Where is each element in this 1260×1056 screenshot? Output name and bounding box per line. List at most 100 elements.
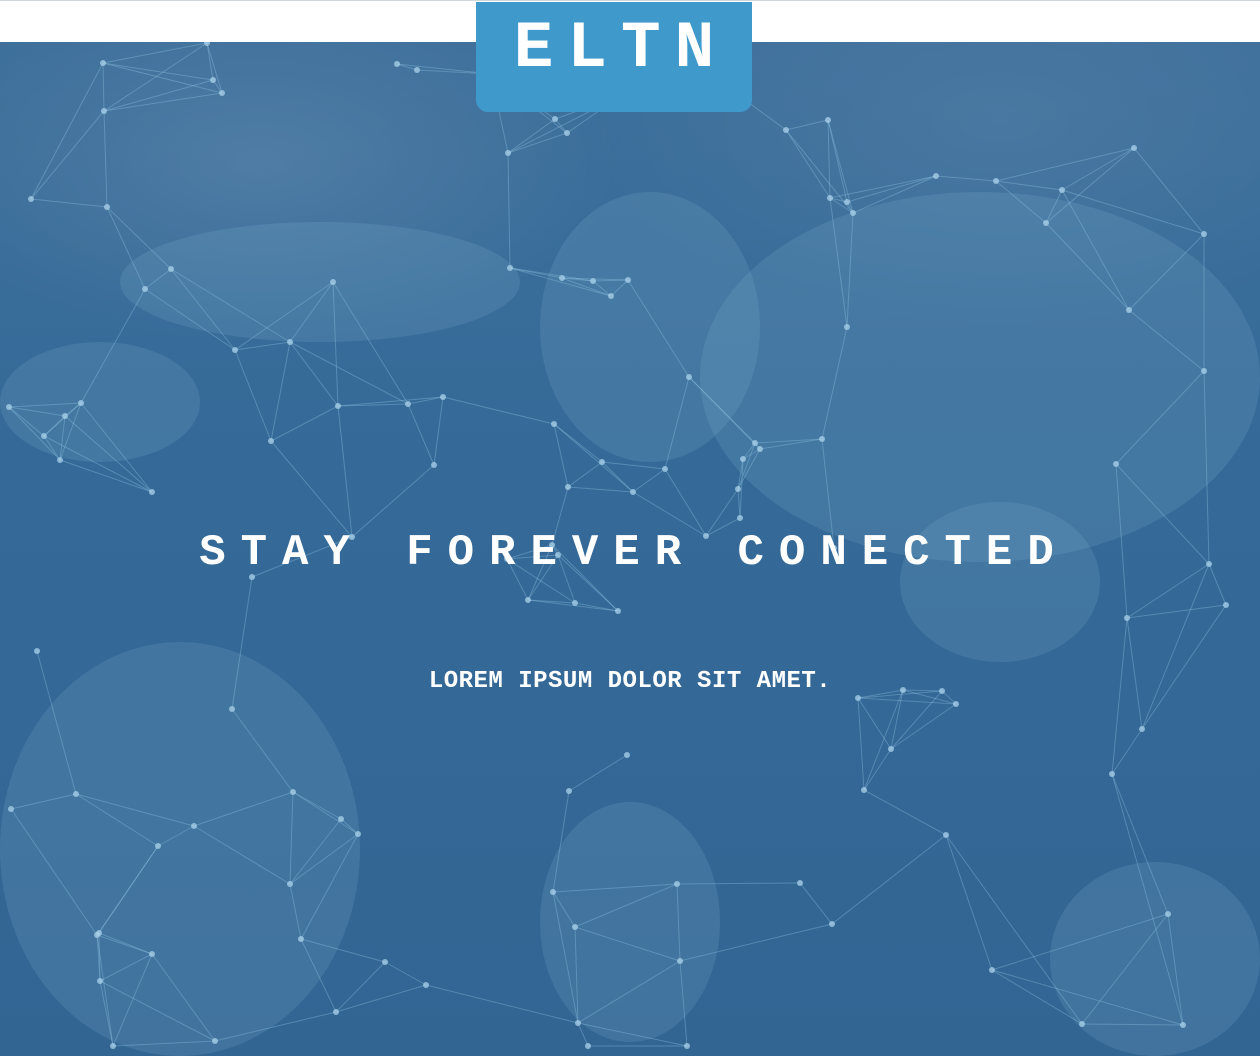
network-node bbox=[630, 489, 636, 495]
network-link bbox=[995, 180, 1063, 191]
network-link bbox=[102, 62, 105, 112]
network-link bbox=[507, 132, 568, 154]
network-node bbox=[6, 404, 12, 410]
network-node bbox=[825, 117, 831, 123]
network-node bbox=[149, 489, 155, 495]
network-link bbox=[1111, 728, 1143, 775]
network-node bbox=[507, 265, 513, 271]
network-link bbox=[337, 405, 353, 538]
network-node bbox=[737, 515, 743, 521]
network-link bbox=[664, 468, 707, 537]
network-node bbox=[34, 648, 40, 654]
network-node bbox=[1139, 726, 1145, 732]
network-node bbox=[1079, 1021, 1085, 1027]
network-node bbox=[740, 456, 746, 462]
network-node bbox=[1165, 911, 1171, 917]
network-node bbox=[827, 195, 833, 201]
network-node bbox=[861, 787, 867, 793]
network-link bbox=[234, 341, 291, 351]
network-node bbox=[953, 701, 959, 707]
network-node bbox=[829, 921, 835, 927]
network-node bbox=[559, 275, 565, 281]
network-link bbox=[289, 341, 409, 405]
network-node bbox=[686, 374, 692, 380]
network-link bbox=[1133, 147, 1205, 235]
network-node bbox=[565, 484, 571, 490]
network-node bbox=[844, 324, 850, 330]
network-node bbox=[1201, 231, 1207, 237]
logo-tab[interactable]: ELTN bbox=[476, 2, 752, 112]
network-node bbox=[1126, 307, 1132, 313]
network-node bbox=[550, 889, 556, 895]
network-node bbox=[155, 843, 161, 849]
network-link bbox=[1126, 604, 1227, 619]
network-node bbox=[232, 347, 238, 353]
network-link bbox=[945, 834, 993, 971]
network-node bbox=[142, 286, 148, 292]
network-node bbox=[431, 462, 437, 468]
network-link bbox=[632, 468, 666, 493]
network-node bbox=[191, 823, 197, 829]
network-node bbox=[662, 466, 668, 472]
network-link bbox=[103, 92, 223, 112]
network-node bbox=[677, 958, 683, 964]
network-node bbox=[989, 967, 995, 973]
network-node bbox=[73, 791, 79, 797]
network-node bbox=[933, 173, 939, 179]
network-node bbox=[1113, 461, 1119, 467]
network-node bbox=[624, 752, 630, 758]
network-node bbox=[338, 816, 344, 822]
network-link bbox=[442, 396, 555, 425]
network-node bbox=[414, 67, 420, 73]
network-node bbox=[615, 608, 621, 614]
network-node bbox=[212, 1038, 218, 1044]
network-node bbox=[168, 266, 174, 272]
network-node bbox=[1180, 1022, 1186, 1028]
network-link bbox=[30, 198, 108, 208]
network-link bbox=[1061, 147, 1135, 191]
network-node bbox=[290, 789, 296, 795]
network-node bbox=[1124, 615, 1130, 621]
network-node bbox=[8, 806, 14, 812]
network-node bbox=[1109, 771, 1115, 777]
network-link bbox=[785, 119, 829, 131]
network-link bbox=[206, 42, 223, 94]
network-node bbox=[268, 438, 274, 444]
network-node bbox=[844, 199, 850, 205]
network-node bbox=[41, 433, 47, 439]
network-link bbox=[59, 459, 153, 493]
continent-shape bbox=[0, 642, 360, 1056]
network-node bbox=[210, 77, 216, 83]
network-link bbox=[1111, 617, 1128, 775]
network-link bbox=[890, 689, 904, 750]
network-link bbox=[863, 689, 904, 791]
network-link bbox=[857, 697, 957, 705]
network-link bbox=[568, 754, 628, 792]
network-node bbox=[943, 832, 949, 838]
network-link bbox=[407, 403, 435, 466]
network-link bbox=[831, 834, 947, 925]
network-node bbox=[993, 178, 999, 184]
network-node bbox=[850, 210, 856, 216]
network-node bbox=[219, 90, 225, 96]
network-node bbox=[572, 600, 578, 606]
network-link bbox=[785, 129, 854, 214]
network-node bbox=[735, 486, 741, 492]
hero-subline: LOREM IPSUM DOLOR SIT AMET. bbox=[428, 668, 832, 695]
network-node bbox=[394, 61, 400, 67]
network-link bbox=[270, 440, 353, 538]
network-link bbox=[270, 405, 339, 442]
network-node bbox=[552, 116, 558, 122]
network-link bbox=[270, 341, 291, 442]
network-link bbox=[827, 119, 831, 199]
network-link bbox=[890, 703, 957, 750]
network-link bbox=[507, 152, 511, 269]
network-node bbox=[684, 1043, 690, 1049]
network-node bbox=[330, 279, 336, 285]
continent-shape bbox=[120, 222, 520, 342]
network-link bbox=[995, 147, 1135, 182]
network-node bbox=[797, 880, 803, 886]
network-node bbox=[335, 403, 341, 409]
network-node bbox=[287, 339, 293, 345]
network-link bbox=[433, 396, 444, 466]
